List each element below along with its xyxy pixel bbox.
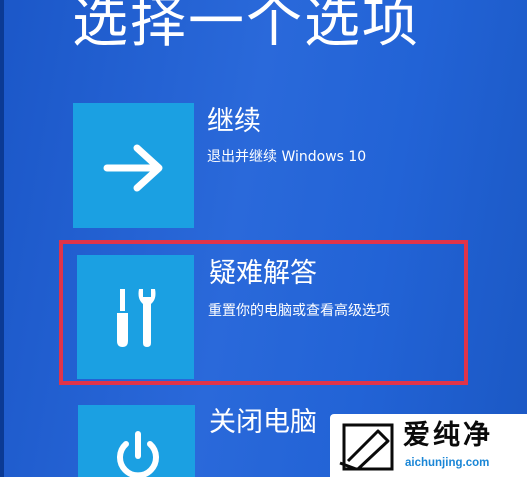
power-icon bbox=[117, 431, 159, 477]
recovery-screen: 选择一个选项 继续 退出并继续 Windows 10 疑难解答 重置你的电脑或查… bbox=[0, 0, 527, 477]
page-title: 选择一个选项 bbox=[72, 0, 420, 55]
screen-edge bbox=[0, 0, 4, 477]
watermark-url: aichunjing.com bbox=[405, 457, 490, 469]
watermark-brand: 爱纯净 bbox=[403, 420, 493, 451]
highlight-annotation-box bbox=[59, 240, 468, 385]
watermark-logo-icon bbox=[339, 423, 394, 471]
arrow-right-icon bbox=[103, 144, 163, 192]
continue-option-description[interactable]: 退出并继续 Windows 10 bbox=[207, 148, 366, 166]
continue-option-title[interactable]: 继续 bbox=[207, 106, 261, 138]
shutdown-option-title[interactable]: 关闭电脑 bbox=[209, 407, 317, 439]
